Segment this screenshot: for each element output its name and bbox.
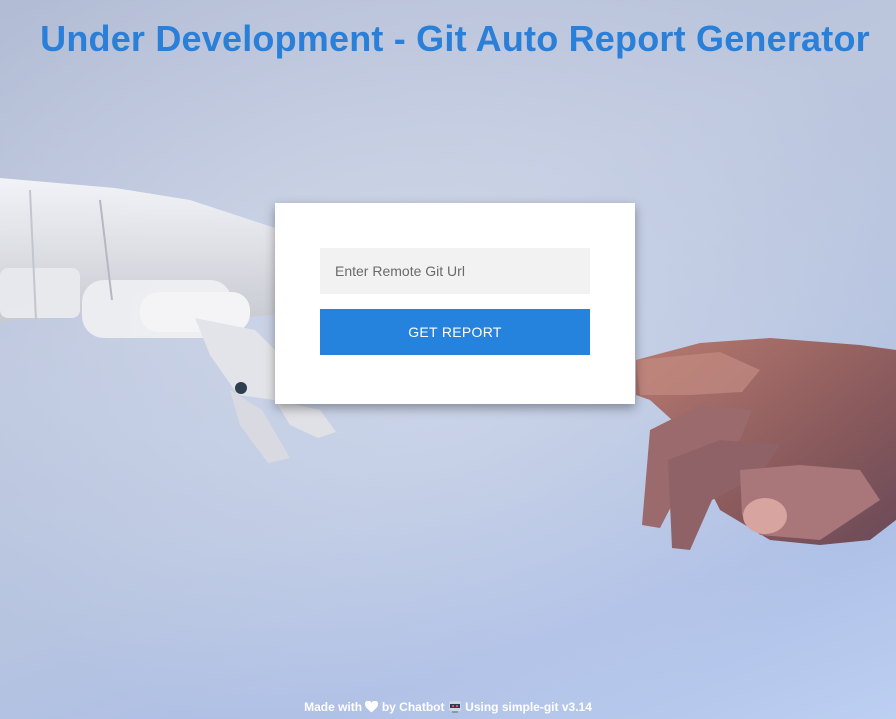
footer: Made with by Chatbot Using simple-git v3… bbox=[0, 699, 896, 716]
page-title: Under Development - Git Auto Report Gene… bbox=[40, 18, 870, 59]
robot-icon bbox=[448, 699, 462, 716]
remote-git-url-input[interactable] bbox=[320, 248, 590, 294]
footer-by-chatbot: by Chatbot bbox=[381, 700, 445, 714]
human-hand bbox=[636, 338, 896, 550]
heart-icon bbox=[365, 700, 379, 716]
get-report-button[interactable]: GET REPORT bbox=[320, 309, 590, 355]
report-form-card: GET REPORT bbox=[275, 203, 635, 404]
footer-made-with: Made with bbox=[304, 700, 363, 714]
footer-using-library: Using simple-git v3.14 bbox=[465, 700, 592, 714]
